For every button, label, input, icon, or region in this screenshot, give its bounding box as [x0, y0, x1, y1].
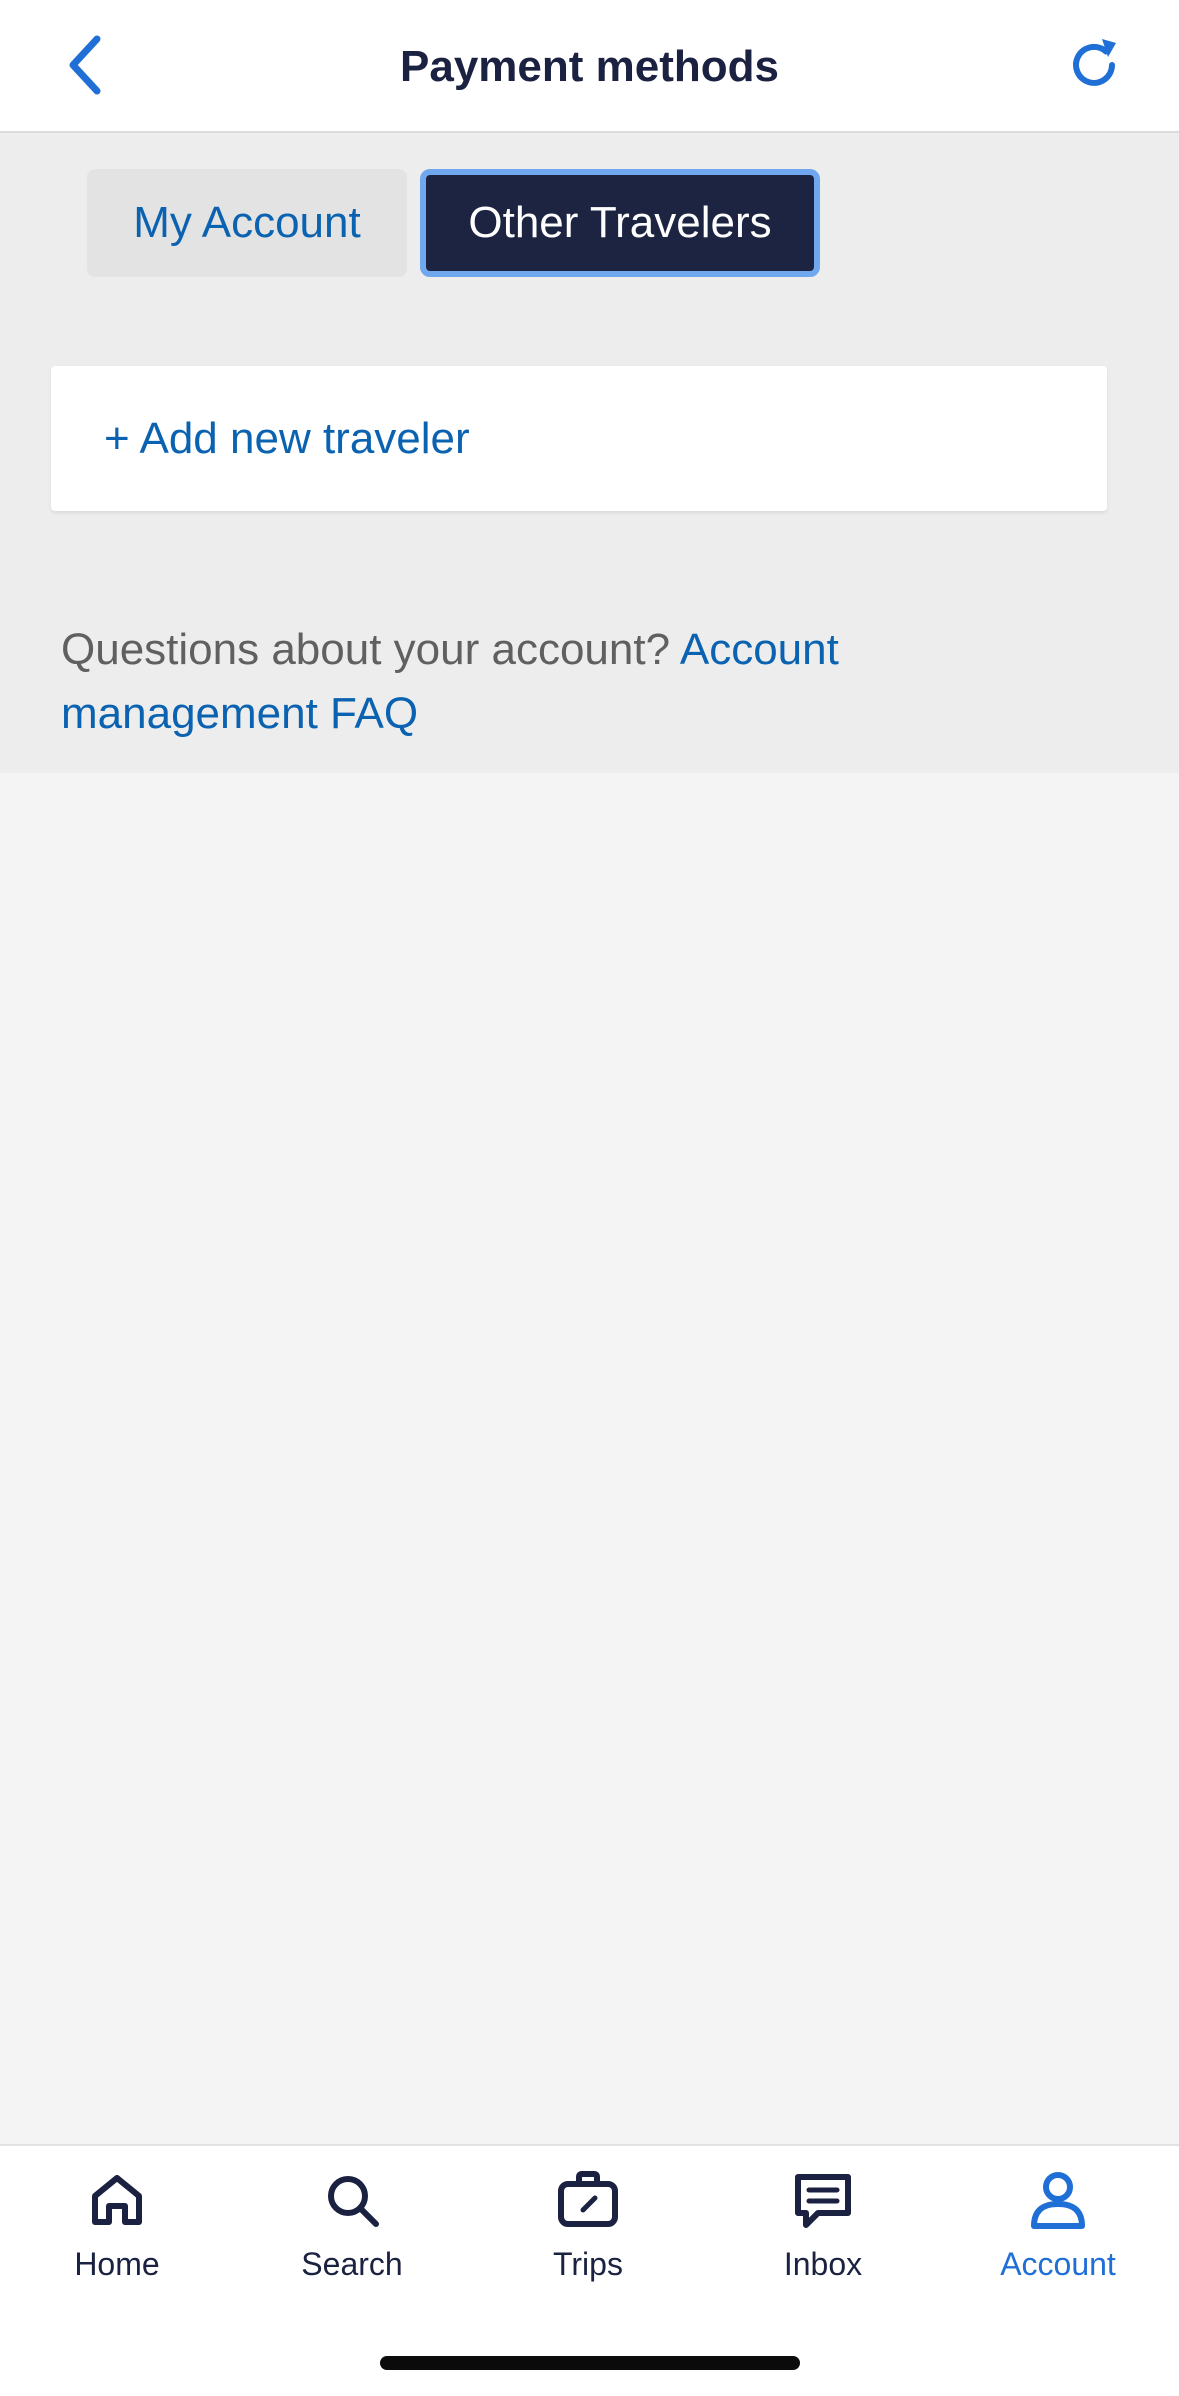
nav-trips[interactable]: Trips: [488, 2168, 688, 2308]
home-icon: [85, 2168, 149, 2232]
add-new-traveler-link[interactable]: + Add new traveler: [104, 366, 470, 511]
refresh-button[interactable]: [1059, 30, 1129, 100]
faq-prefix: Questions about your account?: [61, 625, 671, 674]
add-traveler-card: + Add new traveler: [51, 366, 1107, 511]
nav-label-trips: Trips: [553, 2246, 623, 2282]
nav-label-search: Search: [301, 2246, 403, 2282]
nav-inbox[interactable]: Inbox: [723, 2168, 923, 2308]
back-button[interactable]: [50, 30, 120, 100]
nav-label-account: Account: [1000, 2246, 1116, 2282]
nav-label-inbox: Inbox: [783, 2246, 863, 2282]
tab-other-travelers[interactable]: Other Travelers: [420, 169, 820, 277]
header-bar: Payment methods: [0, 0, 1179, 133]
nav-account[interactable]: Account: [958, 2168, 1158, 2308]
suitcase-icon: [556, 2168, 620, 2232]
nav-home[interactable]: Home: [17, 2168, 217, 2308]
refresh-icon: [1073, 39, 1116, 86]
nav-search[interactable]: Search: [252, 2168, 452, 2308]
tab-my-account[interactable]: My Account: [87, 169, 407, 277]
home-indicator: [380, 2356, 800, 2370]
chevron-left-icon: [69, 35, 101, 95]
faq-text: Questions about your account? Account ma…: [61, 618, 1061, 746]
content-section: My Account Other Travelers + Add new tra…: [0, 133, 1179, 773]
page-title: Payment methods: [400, 41, 779, 91]
search-icon: [320, 2168, 384, 2232]
message-icon: [791, 2168, 855, 2232]
person-icon: [1026, 2168, 1090, 2232]
nav-label-home: Home: [74, 2246, 160, 2282]
